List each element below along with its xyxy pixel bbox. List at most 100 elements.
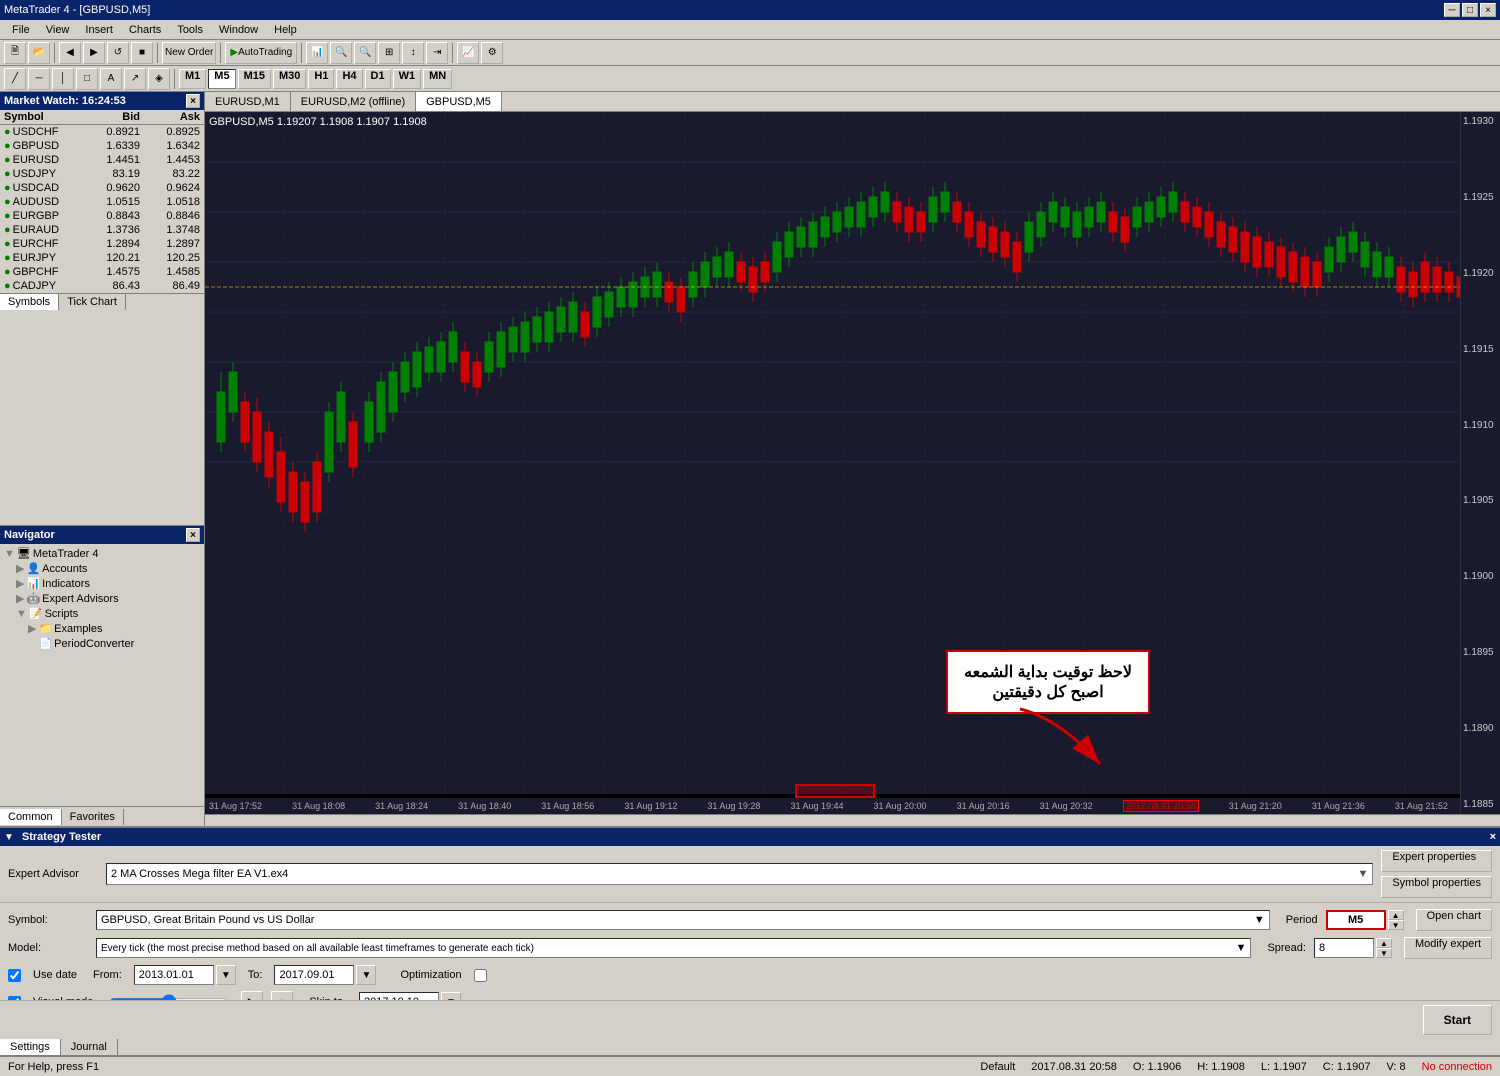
restore-button[interactable]: □ [1462, 3, 1478, 17]
open-btn[interactable]: 📂 [28, 42, 50, 64]
nav-scripts[interactable]: ▼ 📝 Scripts [4, 606, 200, 621]
h-line-tool[interactable]: ─ [28, 68, 50, 90]
grid-btn[interactable]: ⊞ [378, 42, 400, 64]
mw-row-eurjpy[interactable]: ●EURJPY120.21120.25 [0, 251, 204, 265]
reload-btn[interactable]: ↺ [107, 42, 129, 64]
tab-eurusd-m2[interactable]: EURUSD,M2 (offline) [291, 92, 416, 111]
stop-btn[interactable]: ■ [131, 42, 153, 64]
pause-btn[interactable]: ⏸ [271, 991, 293, 1000]
menu-window[interactable]: Window [211, 22, 266, 38]
menu-help[interactable]: Help [266, 22, 305, 38]
new-chart-btn[interactable]: 🗎 [4, 42, 26, 64]
tf-d1[interactable]: D1 [365, 69, 391, 89]
menu-insert[interactable]: Insert [77, 22, 121, 38]
nav-expert-advisors[interactable]: ▶ 🤖 Expert Advisors [4, 591, 200, 606]
market-watch-close[interactable]: × [186, 94, 200, 108]
zoom-in-btn[interactable]: 🔍 [330, 42, 352, 64]
modify-expert-btn[interactable]: Modify expert [1404, 937, 1492, 959]
auto-trading-btn[interactable]: ▶ AutoTrading [225, 42, 297, 64]
tf-m1[interactable]: M1 [179, 69, 206, 89]
nav-indicators[interactable]: ▶ 📊 Indicators [4, 576, 200, 591]
spread-input[interactable] [1314, 938, 1374, 958]
minimize-button[interactable]: ─ [1444, 3, 1460, 17]
text-tool[interactable]: A [100, 68, 122, 90]
tf-m30[interactable]: M30 [273, 69, 306, 89]
from-date-picker-btn[interactable]: ▼ [216, 965, 236, 985]
tab-common[interactable]: Common [0, 809, 62, 825]
tf-h4[interactable]: H4 [336, 69, 362, 89]
zoom-out-btn[interactable]: 🔍 [354, 42, 376, 64]
use-date-checkbox[interactable] [8, 969, 21, 982]
mw-row-gbpchf[interactable]: ●GBPCHF1.45751.4585 [0, 265, 204, 279]
tab-tick-chart[interactable]: Tick Chart [59, 294, 126, 310]
spread-down-btn[interactable]: ▼ [1376, 948, 1392, 958]
h-scrollbar[interactable] [205, 814, 1500, 826]
skip-to-input[interactable] [359, 992, 439, 1000]
mw-row-euraud[interactable]: ●EURAUD1.37361.3748 [0, 223, 204, 237]
tab-symbols[interactable]: Symbols [0, 294, 59, 310]
period-down-btn[interactable]: ▼ [1388, 920, 1404, 930]
play-btn[interactable]: ▶ [241, 991, 263, 1000]
start-button[interactable]: Start [1423, 1005, 1492, 1035]
model-select[interactable]: Every tick (the most precise method base… [96, 938, 1251, 958]
v-line-tool[interactable]: │ [52, 68, 74, 90]
tab-gbpusd-m5[interactable]: GBPUSD,M5 [416, 92, 502, 111]
skip-to-picker-btn[interactable]: ▼ [441, 992, 461, 1000]
spread-up-btn[interactable]: ▲ [1376, 938, 1392, 948]
menu-view[interactable]: View [38, 22, 78, 38]
ea-dropdown[interactable]: 2 MA Crosses Mega filter EA V1.ex4 ▼ [106, 863, 1373, 885]
nav-period-converter[interactable]: ▶ 📄 PeriodConverter [4, 636, 200, 651]
tab-journal[interactable]: Journal [61, 1039, 118, 1055]
nav-examples[interactable]: ▶ 📁 Examples [4, 621, 200, 636]
close-button[interactable]: × [1480, 3, 1496, 17]
nav-metatrader4[interactable]: ▼ 🖥 MetaTrader 4 [4, 546, 200, 561]
fib-tool[interactable]: ◈ [148, 68, 170, 90]
tf-m5[interactable]: M5 [208, 69, 235, 89]
to-date-input[interactable] [274, 965, 354, 985]
title-bar-controls[interactable]: ─ □ × [1444, 3, 1496, 17]
tab-settings[interactable]: Settings [0, 1039, 61, 1055]
mw-row-usdjpy[interactable]: ●USDJPY83.1983.22 [0, 167, 204, 181]
vol-btn[interactable]: ↕ [402, 42, 424, 64]
tab-favorites[interactable]: Favorites [62, 809, 124, 825]
indicator-btn[interactable]: 📈 [457, 42, 479, 64]
expert-properties-btn[interactable]: Expert properties [1381, 850, 1492, 872]
to-date-picker-btn[interactable]: ▼ [356, 965, 376, 985]
menu-tools[interactable]: Tools [169, 22, 211, 38]
optimization-checkbox[interactable] [474, 969, 487, 982]
symbol-properties-btn[interactable]: Symbol properties [1381, 876, 1492, 898]
mw-row-eurchf[interactable]: ●EURCHF1.28941.2897 [0, 237, 204, 251]
back-btn[interactable]: ◀ [59, 42, 81, 64]
period-input[interactable] [1326, 910, 1386, 930]
tab-eurusd-m1[interactable]: EURUSD,M1 [205, 92, 291, 111]
mw-row-cadjpy[interactable]: ●CADJPY86.4386.49 [0, 279, 204, 293]
mw-row-eurusd[interactable]: ●EURUSD1.44511.4453 [0, 153, 204, 167]
line-tool[interactable]: ╱ [4, 68, 26, 90]
mw-row-usdcad[interactable]: ●USDCAD0.96200.9624 [0, 181, 204, 195]
tf-mn[interactable]: MN [423, 69, 452, 89]
forward-btn[interactable]: ▶ [83, 42, 105, 64]
rect-tool[interactable]: □ [76, 68, 98, 90]
chart-type-btn[interactable]: 📊 [306, 42, 328, 64]
mw-row-gbpusd[interactable]: ●GBPUSD1.63391.6342 [0, 139, 204, 153]
mw-row-audusd[interactable]: ●AUDUSD1.05151.0518 [0, 195, 204, 209]
open-chart-btn[interactable]: Open chart [1416, 909, 1492, 931]
menu-charts[interactable]: Charts [121, 22, 169, 38]
navigator-close[interactable]: × [186, 528, 200, 542]
tf-m15[interactable]: M15 [238, 69, 271, 89]
period-up-btn[interactable]: ▲ [1388, 910, 1404, 920]
new-order-btn[interactable]: New Order [162, 42, 216, 64]
tf-w1[interactable]: W1 [393, 69, 422, 89]
mw-row-usdchf[interactable]: ●USDCHF0.89210.8925 [0, 125, 204, 139]
nav-accounts[interactable]: ▶ 👤 Accounts [4, 561, 200, 576]
menu-file[interactable]: File [4, 22, 38, 38]
mw-row-eurgbp[interactable]: ●EURGBP0.88430.8846 [0, 209, 204, 223]
from-date-input[interactable] [134, 965, 214, 985]
arrow-tool[interactable]: ↗ [124, 68, 146, 90]
symbol-select[interactable]: GBPUSD, Great Britain Pound vs US Dollar… [96, 910, 1270, 930]
period-sep-btn[interactable]: ⚙ [481, 42, 503, 64]
tf-h1[interactable]: H1 [308, 69, 334, 89]
chart-canvas[interactable]: GBPUSD,M5 1.19207 1.1908 1.1907 1.1908 [205, 112, 1500, 814]
scroll-end-btn[interactable]: ⇥ [426, 42, 448, 64]
st-close[interactable]: × [1490, 831, 1496, 843]
